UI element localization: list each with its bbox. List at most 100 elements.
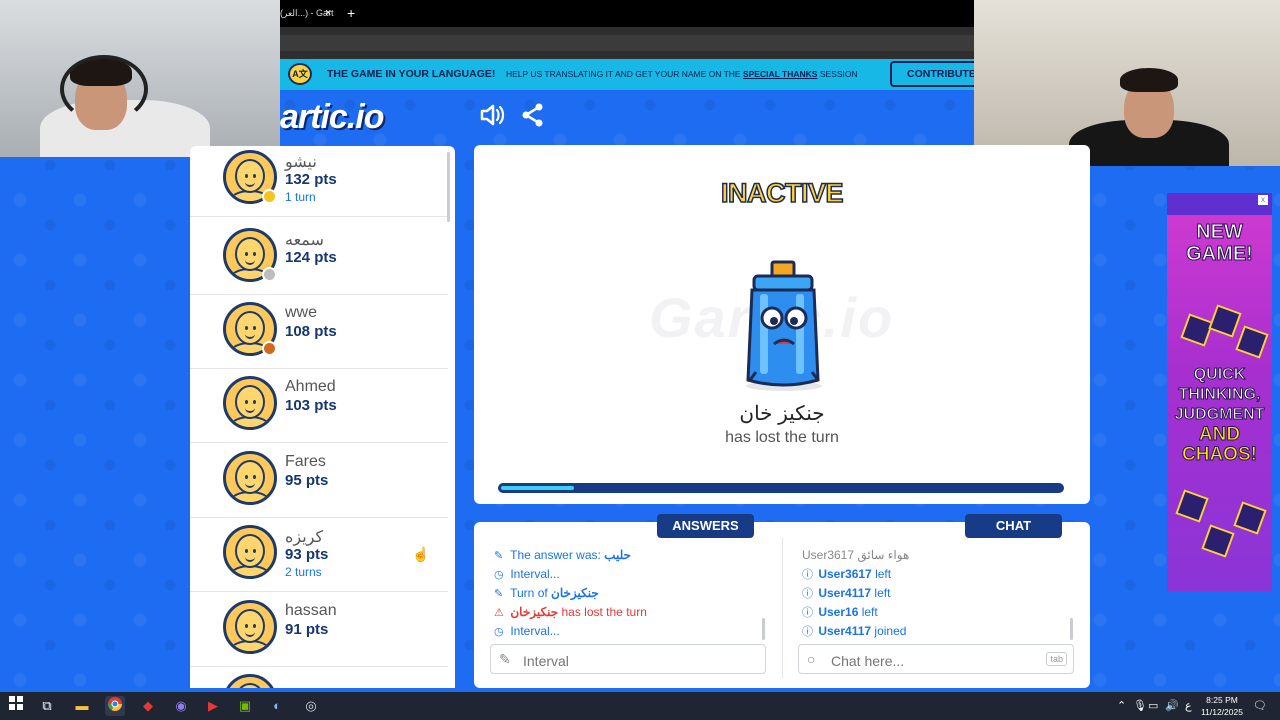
pencil-icon: ✎: [494, 550, 504, 562]
nvidia-icon[interactable]: ▣: [235, 696, 255, 716]
player-points: 124 pts: [285, 249, 337, 266]
tab-key-hint: tab: [1046, 652, 1067, 666]
app-icon-red[interactable]: ◆: [138, 696, 158, 716]
obs-icon[interactable]: ◎: [301, 696, 321, 716]
chat-entry: ⓘ User3617 left: [802, 565, 1072, 584]
player-row: wwe 108 pts: [190, 294, 448, 369]
mouse-cursor-icon: ☝: [412, 546, 430, 562]
chat-input[interactable]: [829, 651, 1013, 671]
share-icon[interactable]: [519, 102, 547, 130]
pencil-icon: ✎: [494, 588, 504, 600]
player-name: Ahmed: [285, 378, 336, 395]
chat-entry: ⓘ User4117 left: [802, 584, 1072, 603]
translation-banner: A文 THE GAME IN YOUR LANGUAGE! HELP US TR…: [280, 59, 980, 90]
banner-headline: THE GAME IN YOUR LANGUAGE!: [327, 68, 496, 80]
player-points: 108 pts: [285, 323, 337, 340]
system-clock[interactable]: 8:25 PM 11/12/2025: [1200, 694, 1244, 718]
ad-headline: NEW GAME!: [1186, 221, 1254, 266]
turn-timer-bar: [498, 483, 1064, 493]
bronze-medal-icon: [262, 341, 277, 356]
tab-answers[interactable]: ANSWERS: [657, 514, 754, 538]
player-avatar: [223, 674, 277, 688]
player-list-scrollbar[interactable]: [447, 152, 450, 222]
player-word: جنكيز خان: [739, 403, 825, 425]
browser-tabstrip: [280, 0, 974, 27]
player-name: wwe: [285, 304, 318, 321]
chat-field[interactable]: ○ tab: [798, 644, 1074, 674]
player-turns: 1 turn: [285, 190, 316, 204]
player-name: hassan: [285, 602, 337, 619]
answer-input[interactable]: [521, 651, 705, 671]
windows-taskbar: ⧉ ▬ ◆ ◉ ▶ ▣ ◐ ◎ ⌃ 🎙 ▭ 🔊 ع 8:25 PM 11/12/…: [0, 692, 1280, 720]
turn-message: has lost the turn: [725, 429, 839, 446]
player-row: hassan 91 pts: [190, 592, 448, 667]
player-row: نيشو 132 pts 1 turn: [190, 146, 448, 217]
ad-tile-icon: [1180, 313, 1214, 347]
player-row: Fares 95 pts: [190, 443, 448, 518]
translate-icon: A文: [288, 63, 312, 85]
player-name: نيشو: [285, 154, 317, 171]
ad-tile-icon: [1235, 325, 1269, 359]
status-title: INACTIVE: [720, 177, 844, 209]
answers-log: ✎ The answer was: حليب ◷ Interval... ✎ T…: [494, 546, 764, 641]
notifications-icon[interactable]: 🗨: [1253, 699, 1267, 712]
drawing-stage: INACTIVE Gartic.io جنكيز خان has lost th…: [474, 145, 1090, 504]
player-list: نيشو 132 pts 1 turn سمعه 124 pts wwe 108…: [190, 146, 455, 688]
clock-time: 8:25 PM: [1206, 695, 1238, 705]
search-icon: ○: [807, 651, 816, 667]
answer-entry: ⚠ جنكيزخان has lost the turn: [494, 603, 764, 622]
info-icon: ⓘ: [802, 626, 813, 638]
player-turns: 2 turns: [285, 565, 322, 579]
chrome-icon[interactable]: [105, 696, 125, 716]
close-ad-icon[interactable]: x: [1258, 195, 1268, 205]
special-thanks-link[interactable]: SPECIAL THANKS: [743, 69, 817, 79]
new-tab-button[interactable]: +: [347, 3, 355, 23]
discord-icon[interactable]: ◉: [171, 696, 191, 716]
file-explorer-icon[interactable]: ▬: [72, 696, 92, 716]
advertisement-banner[interactable]: x NEW GAME! QUICK THINKING, JUDGMENT AND…: [1167, 193, 1272, 591]
warning-icon: ⚠: [494, 607, 504, 619]
close-tab-icon[interactable]: ×: [325, 3, 331, 23]
chat-scrollbar[interactable]: [1070, 618, 1073, 640]
player-row: سمعه 124 pts: [190, 220, 448, 295]
player-name: Fares: [285, 453, 326, 470]
language-indicator[interactable]: ع: [1185, 699, 1192, 712]
clock-icon: ◷: [494, 569, 504, 581]
chat-entry: ⓘ User16 left: [802, 603, 1072, 622]
info-icon: ⓘ: [802, 569, 813, 581]
answers-scrollbar[interactable]: [762, 618, 765, 640]
speaker-icon[interactable]: [478, 102, 506, 130]
answer-entry: ✎ The answer was: حليب: [494, 546, 764, 565]
info-icon: ⓘ: [802, 588, 813, 600]
answer-entry: ◷ Interval...: [494, 622, 764, 641]
player-points: 91 pts: [285, 621, 329, 638]
silver-medal-icon: [262, 267, 277, 282]
webcam-left: [0, 0, 280, 157]
windows-start-icon[interactable]: [6, 696, 26, 716]
answers-chat-panel: ANSWERS CHAT ✎ The answer was: حليب ◷ In…: [474, 514, 1090, 688]
volume-icon[interactable]: 🔊: [1165, 699, 1179, 712]
answer-field[interactable]: ✎: [490, 644, 766, 674]
contribute-button[interactable]: CONTRIBUTE: [890, 61, 980, 87]
player-points: 93 pts: [285, 546, 329, 563]
browser-tab[interactable]: (العر...) - Gart ×: [280, 3, 340, 23]
task-view-icon[interactable]: ⧉: [37, 696, 57, 716]
player-avatar: [223, 525, 277, 579]
gartic-logo[interactable]: artic.io: [280, 98, 384, 137]
banner-message: HELP US TRANSLATING IT AND GET YOUR NAME…: [506, 69, 858, 79]
chevron-up-icon[interactable]: ⌃: [1117, 699, 1126, 712]
chat-log: User3617 هواء سائق ⓘ User3617 left ⓘ Use…: [802, 546, 1072, 641]
chat-entry: ⓘ User4117 joined: [802, 622, 1072, 641]
ad-tile-icon: [1175, 489, 1209, 523]
turn-timer-fill: [501, 486, 574, 490]
sad-character-illustration: [736, 258, 832, 393]
microphone-icon[interactable]: 🎙: [1133, 699, 1147, 712]
player-row-partial: [190, 666, 448, 688]
app-icon-record[interactable]: ▶: [203, 696, 223, 716]
network-icon[interactable]: ▭: [1148, 699, 1158, 712]
player-name: كريزه: [285, 529, 324, 546]
steam-icon[interactable]: ◐: [267, 696, 287, 716]
webcam-right: [974, 0, 1280, 166]
player-avatar: [223, 451, 277, 505]
tab-chat[interactable]: CHAT: [965, 514, 1062, 538]
